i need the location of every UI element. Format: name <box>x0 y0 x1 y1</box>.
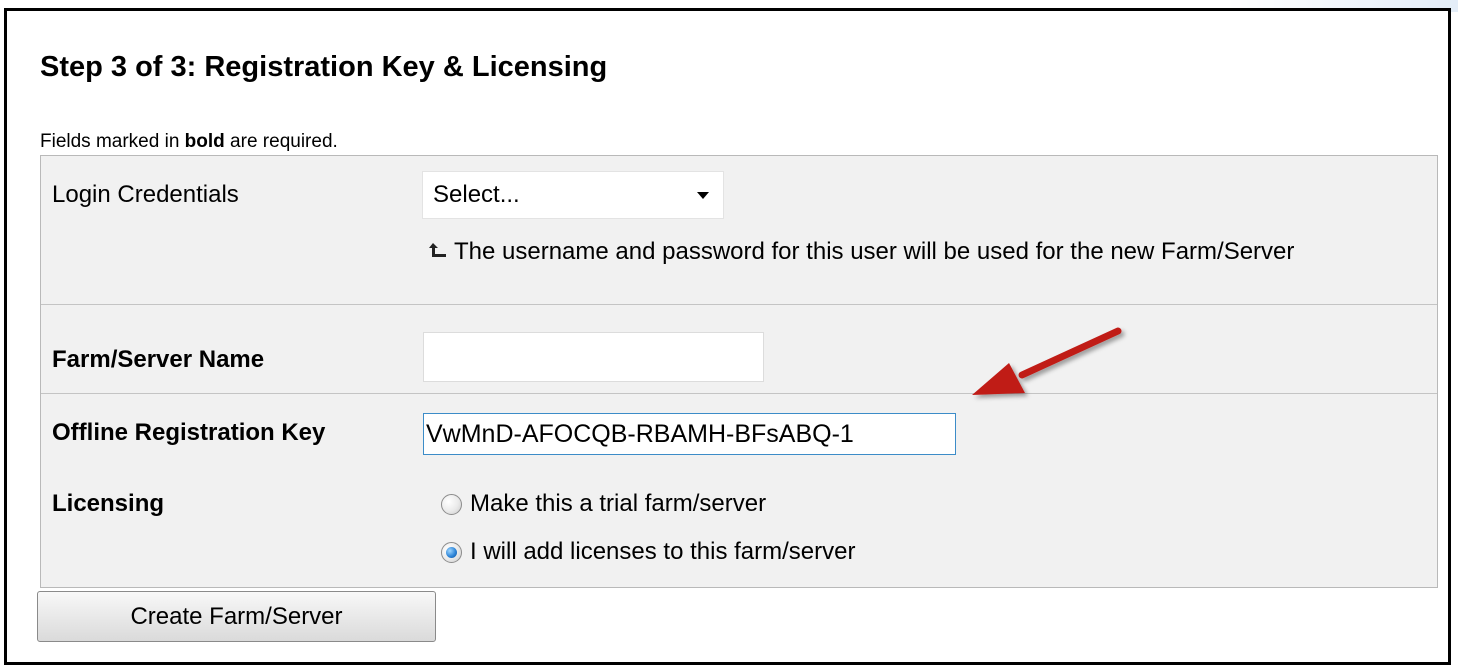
radio-checked-icon[interactable] <box>441 541 462 563</box>
offline-registration-key-label: Offline Registration Key <box>52 419 326 446</box>
licensing-option-add-licenses-label: I will add licenses to this farm/server <box>470 538 856 565</box>
form-panel: Login Credentials Select... The username… <box>40 155 1438 588</box>
chevron-down-icon[interactable] <box>697 192 709 199</box>
arrow-up-left-icon <box>429 243 446 257</box>
page-title: Step 3 of 3: Registration Key & Licensin… <box>40 51 608 83</box>
create-farm-server-button[interactable]: Create Farm/Server <box>37 591 436 642</box>
required-note-suffix: are required. <box>224 131 338 152</box>
dialog-frame: Step 3 of 3: Registration Key & Licensin… <box>4 8 1451 665</box>
login-credentials-selected-value: Select... <box>433 181 520 208</box>
offline-registration-key-input[interactable] <box>423 413 956 455</box>
farm-server-name-label: Farm/Server Name <box>52 346 265 373</box>
login-credentials-hint: The username and password for this user … <box>428 236 1328 267</box>
row-divider <box>41 393 1437 394</box>
farm-server-name-input[interactable] <box>423 332 764 382</box>
required-note-bold-word: bold <box>184 131 225 152</box>
licensing-option-trial[interactable]: Make this a trial farm/server <box>441 490 766 518</box>
licensing-option-trial-label: Make this a trial farm/server <box>470 490 767 517</box>
login-credentials-select[interactable]: Select... <box>422 171 724 219</box>
radio-unchecked-icon[interactable] <box>441 493 462 515</box>
licensing-option-add-licenses[interactable]: I will add licenses to this farm/server <box>441 538 855 566</box>
login-credentials-hint-text: The username and password for this user … <box>454 238 1295 265</box>
login-credentials-label: Login Credentials <box>52 181 239 208</box>
row-divider <box>41 304 1437 305</box>
required-fields-note: Fields marked in bold are required. <box>40 131 338 153</box>
required-note-prefix: Fields marked in <box>40 131 185 152</box>
licensing-label: Licensing <box>52 490 165 517</box>
